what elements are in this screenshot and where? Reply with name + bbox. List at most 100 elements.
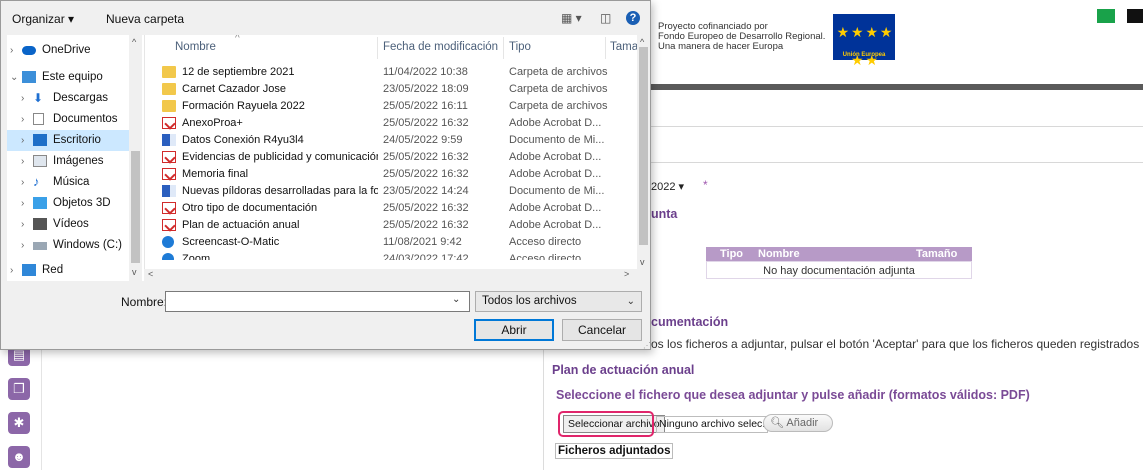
nav-label: Red xyxy=(42,264,64,276)
file-row[interactable]: Datos Conexión R4yu3l4 24/05/2022 9:59 D… xyxy=(145,131,641,149)
file-name: Formación Rayuela 2022 xyxy=(182,100,305,112)
nav-item-videos[interactable]: › Vídeos xyxy=(7,214,129,235)
file-date: 24/05/2022 9:59 xyxy=(383,134,463,146)
file-row[interactable]: Otro tipo de documentación 25/05/2022 16… xyxy=(145,199,641,217)
file-type: Adobe Acrobat D... xyxy=(509,151,602,163)
chevron-down-icon[interactable]: ⌄ xyxy=(452,294,460,305)
col-header-date[interactable]: Fecha de modificación xyxy=(383,41,498,53)
file-type: Adobe Acrobat D... xyxy=(509,219,602,231)
expand-chevron-icon[interactable]: › xyxy=(10,40,13,61)
network-icon xyxy=(22,264,36,276)
expand-chevron-icon[interactable]: › xyxy=(10,260,13,281)
sort-up-icon: ^ xyxy=(235,35,240,44)
filetype-value: Todos los archivos xyxy=(482,295,577,307)
file-date: 23/05/2022 14:24 xyxy=(383,185,469,197)
pdf-icon xyxy=(162,219,176,231)
file-date: 11/08/2021 9:42 xyxy=(383,236,462,248)
scroll-up-icon[interactable]: ^ xyxy=(640,37,644,47)
cancel-button[interactable]: Cancelar xyxy=(562,319,642,341)
sidebar-icon-settings[interactable]: ✱ xyxy=(8,412,30,434)
content-border xyxy=(543,350,544,470)
column-separator[interactable] xyxy=(605,37,606,59)
file-date: 25/05/2022 16:32 xyxy=(383,117,469,129)
scroll-right-icon[interactable]: > xyxy=(624,269,629,279)
resize-grip-icon[interactable]: ⋰ xyxy=(643,341,651,350)
nav-item-3d-objects[interactable]: › Objetos 3D xyxy=(7,193,129,214)
scroll-up-icon[interactable]: ^ xyxy=(132,37,136,47)
nav-label: Música xyxy=(53,176,90,188)
file-name: Carnet Cazador Jose xyxy=(182,83,286,95)
plan-section-title: Plan de actuación anual xyxy=(552,363,695,377)
expand-chevron-icon[interactable]: › xyxy=(21,130,24,151)
nav-item-network[interactable]: › Red xyxy=(7,260,129,281)
col-header-type[interactable]: Tipo xyxy=(509,41,531,53)
section-title-documentation-attached: unta xyxy=(651,207,678,221)
file-type: Carpeta de archivos xyxy=(509,66,608,78)
organize-button[interactable]: Organizar ▾ xyxy=(12,12,74,26)
sidebar-icon-user[interactable]: ☻ xyxy=(8,446,30,468)
attachments-table: Tipo Nombre Tamaño No hay documentación … xyxy=(706,247,972,279)
file-row[interactable]: Screencast-O-Matic 11/08/2021 9:42 Acces… xyxy=(145,233,641,251)
no-file-selected-text: Ninguno archivo selec. xyxy=(656,416,769,433)
file-row[interactable]: Carnet Cazador Jose 23/05/2022 18:09 Car… xyxy=(145,80,641,98)
file-name: Memoria final xyxy=(182,168,249,180)
add-button[interactable]: 🔍︎ Añadir xyxy=(763,414,833,432)
year-select[interactable]: 2022 ▾ xyxy=(651,179,693,195)
regional-flag-black xyxy=(1127,9,1143,23)
nav-label: Documentos xyxy=(53,113,118,125)
file-type: Carpeta de archivos xyxy=(509,83,608,95)
filetype-select[interactable]: Todos los archivos ⌄ xyxy=(475,291,642,312)
eu-flag-label: Unión Europea xyxy=(842,52,886,58)
nav-item-documents[interactable]: › Documentos xyxy=(7,109,129,130)
column-separator[interactable] xyxy=(377,37,378,59)
nav-item-onedrive[interactable]: › OneDrive xyxy=(7,40,129,61)
file-row[interactable]: Plan de actuación anual 25/05/2022 16:32… xyxy=(145,216,641,234)
expand-chevron-icon[interactable]: › xyxy=(21,172,24,193)
open-button[interactable]: Abrir xyxy=(474,319,554,341)
file-row[interactable]: Nuevas píldoras desarrolladas para la fo… xyxy=(145,182,641,200)
col-header-name[interactable]: Nombre xyxy=(175,41,216,53)
file-row[interactable]: Formación Rayuela 2022 25/05/2022 16:11 … xyxy=(145,97,641,115)
horizontal-scrollbar[interactable]: < > xyxy=(144,269,637,281)
file-row[interactable]: 12 de septiembre 2021 11/04/2022 10:38 C… xyxy=(145,63,641,81)
expand-chevron-icon[interactable]: ⌄ xyxy=(10,67,18,88)
nav-item-music[interactable]: › ♪ Música xyxy=(7,172,129,193)
file-type: Documento de Mi... xyxy=(509,134,605,146)
expand-chevron-icon[interactable]: › xyxy=(21,235,24,256)
eu-stars: ★ ★ ★ ★ ★ ★ xyxy=(836,24,893,68)
nav-item-desktop[interactable]: › Escritorio xyxy=(7,130,129,151)
sidebar-icon-documents[interactable]: ❐ xyxy=(8,378,30,400)
pdf-icon xyxy=(162,151,176,163)
file-row[interactable]: Evidencias de publicidad y comunicación … xyxy=(145,148,641,166)
file-list-scroll-thumb[interactable] xyxy=(639,47,648,245)
view-options-icon[interactable]: ▦ ▾ xyxy=(561,11,582,25)
column-separator[interactable] xyxy=(503,37,504,59)
expand-chevron-icon[interactable]: › xyxy=(21,214,24,235)
file-row[interactable]: Memoria final 25/05/2022 16:32 Adobe Acr… xyxy=(145,165,641,183)
expand-chevron-icon[interactable]: › xyxy=(21,88,24,109)
nav-label: Vídeos xyxy=(53,218,89,230)
new-folder-button[interactable]: Nueva carpeta xyxy=(106,12,184,26)
scroll-down-icon[interactable]: v xyxy=(640,257,645,267)
expand-chevron-icon[interactable]: › xyxy=(21,109,24,130)
help-icon[interactable]: ? xyxy=(626,11,640,25)
file-row[interactable]: AnexoProa+ 25/05/2022 16:32 Adobe Acroba… xyxy=(145,114,641,132)
preview-pane-icon[interactable]: ◫ xyxy=(600,11,611,25)
nav-item-images[interactable]: › Imágenes xyxy=(7,151,129,172)
expand-chevron-icon[interactable]: › xyxy=(21,193,24,214)
file-row[interactable]: Zoom 24/03/2022 17:42 Acceso directo xyxy=(145,250,641,260)
scroll-down-icon[interactable]: v xyxy=(132,267,137,277)
left-sidebar: ▤ ❐ ✱ ☻ xyxy=(0,344,42,470)
filename-input[interactable] xyxy=(165,291,470,312)
nav-item-this-pc[interactable]: ⌄ Este equipo xyxy=(7,67,129,88)
folder-icon xyxy=(162,100,176,112)
nav-item-downloads[interactable]: › ⬇ Descargas xyxy=(7,88,129,109)
pdf-icon xyxy=(162,168,176,180)
file-name: Nuevas píldoras desarrolladas para la fo… xyxy=(182,185,378,197)
file-name: Evidencias de publicidad y comunicación xyxy=(182,151,378,163)
nav-item-windows-c[interactable]: › Windows (C:) xyxy=(7,235,129,256)
expand-chevron-icon[interactable]: › xyxy=(21,151,24,172)
nav-scroll-thumb[interactable] xyxy=(131,151,140,263)
file-name: Screencast-O-Matic xyxy=(182,236,280,248)
scroll-left-icon[interactable]: < xyxy=(148,269,153,279)
